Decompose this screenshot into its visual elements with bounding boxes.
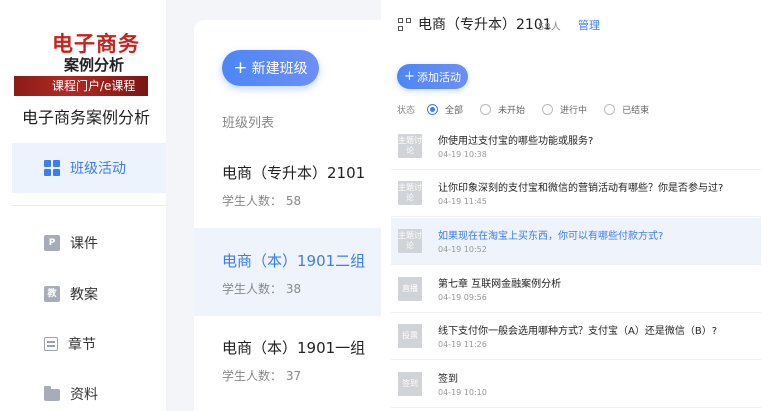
class-list-header: 班级列表 xyxy=(222,116,275,131)
sidebar: 电子商务 案例分析 课程门户/e课程 电子商务案例分析 班级活动 P 课件 教 … xyxy=(0,0,166,411)
new-class-label: 新建班级 xyxy=(251,61,308,77)
activity-title: 线下支付你一般会选用哪种方式？支付宝（A）还是微信（B）? xyxy=(438,326,718,337)
class-list-card: + 新建班级 班级列表 电商（专升本）2101 学生人数： 58 电商（本）19… xyxy=(194,20,381,411)
member-count: 58人 xyxy=(538,22,561,33)
status-filter-label: 状态 xyxy=(397,105,416,116)
activity-type-tag: 投票 xyxy=(398,324,422,348)
activity-item[interactable]: 主题讨论 你使用过支付宝的哪些功能或服务? 04-19 10:38 xyxy=(391,123,761,170)
lesson-plan-icon: 教 xyxy=(44,286,60,302)
filter-all-radio[interactable]: 全部 xyxy=(427,103,463,116)
activity-item[interactable]: 直播 第七章 互联网金融案例分析 04-19 09:56 xyxy=(391,266,761,313)
class-name: 电商（专升本）2101 xyxy=(222,164,366,182)
activity-time: 04-19 11:26 xyxy=(438,340,487,349)
sidebar-item-chapters[interactable]: 章节 xyxy=(12,319,166,369)
class-student-count: 学生人数： 37 xyxy=(222,369,302,383)
new-class-button[interactable]: + 新建班级 xyxy=(222,50,319,86)
grid-icon xyxy=(44,160,60,176)
filter-in-progress-radio[interactable]: 进行中 xyxy=(542,103,587,116)
sidebar-item-materials[interactable]: 资料 xyxy=(12,369,166,411)
sidebar-item-label: 章节 xyxy=(68,337,96,353)
sidebar-item-label: 课件 xyxy=(70,236,98,252)
sidebar-item-label: 资料 xyxy=(70,387,98,403)
add-activity-label: 添加活动 xyxy=(416,70,461,84)
filter-not-started-radio[interactable]: 未开始 xyxy=(480,103,525,116)
sidebar-item-lesson-plan[interactable]: 教 教案 xyxy=(12,269,166,319)
activity-item[interactable]: 主题讨论 如果现在在淘宝上买东西，你可以有哪些付款方式? 04-19 10:52 xyxy=(391,218,761,265)
activity-title: 签到 xyxy=(438,374,458,385)
activity-panel: 电商（专升本）2101 58人 管理 + 添加活动 状态 全部 未开始 进行中 … xyxy=(381,0,771,411)
activity-title: 如果现在在淘宝上买东西，你可以有哪些付款方式? xyxy=(438,231,664,242)
activity-type-tag: 签到 xyxy=(398,372,422,396)
activity-type-tag: 主题讨论 xyxy=(398,229,422,253)
activity-time: 04-19 10:38 xyxy=(438,150,487,159)
activity-item[interactable]: 签到 签到 04-19 10:10 xyxy=(391,361,761,408)
class-name: 电商（本）1901二组 xyxy=(222,252,366,270)
activity-type-tag: 主题讨论 xyxy=(398,181,422,205)
plus-icon: + xyxy=(233,57,248,78)
class-item[interactable]: 电商（专升本）2101 学生人数： 58 xyxy=(194,140,381,228)
chapter-list-icon xyxy=(44,337,58,351)
sidebar-item-label: 班级活动 xyxy=(70,161,126,177)
sidebar-item-courseware[interactable]: P 课件 xyxy=(12,218,166,268)
activity-time: 04-19 10:52 xyxy=(438,245,487,254)
activity-title: 第七章 互联网金融案例分析 xyxy=(438,279,562,290)
activity-item[interactable]: 主题讨论 让你印象深刻的支付宝和微信的营销活动有哪些？你是否参与过? 04-19… xyxy=(391,170,761,217)
class-student-count: 学生人数： 58 xyxy=(222,194,302,208)
course-title: 电子商务案例分析 xyxy=(22,108,151,127)
activity-type-tag: 直播 xyxy=(398,277,422,301)
cover-subtitle: 案例分析 xyxy=(64,56,125,74)
class-name: 电商（本）1901一组 xyxy=(222,339,366,357)
status-filter: 状态 全部 未开始 进行中 已结束 xyxy=(397,101,666,117)
add-activity-button[interactable]: + 添加活动 xyxy=(397,64,468,89)
qr-code-icon[interactable] xyxy=(398,18,411,31)
sidebar-item-class-activity[interactable]: 班级活动 xyxy=(12,143,166,193)
filter-ended-radio[interactable]: 已结束 xyxy=(604,103,649,116)
folder-icon xyxy=(44,386,60,401)
courseware-icon: P xyxy=(44,235,60,251)
course-cover-image: 电子商务 案例分析 课程门户/e课程 xyxy=(14,14,148,96)
activity-type-tag: 主题讨论 xyxy=(398,134,422,158)
activity-time: 04-19 10:10 xyxy=(438,388,487,397)
manage-link[interactable]: 管理 xyxy=(578,17,600,33)
sidebar-item-label: 教案 xyxy=(70,287,98,303)
activity-item[interactable]: 投票 线下支付你一般会选用哪种方式？支付宝（A）还是微信（B）? 04-19 1… xyxy=(391,313,761,360)
activity-title: 让你印象深刻的支付宝和微信的营销活动有哪些？你是否参与过? xyxy=(438,183,724,194)
activity-title: 你使用过支付宝的哪些功能或服务? xyxy=(438,136,594,147)
class-item[interactable]: 电商（本）1901一组 学生人数： 37 xyxy=(194,315,381,403)
cover-brand: 课程门户/e课程 xyxy=(52,79,136,93)
plus-icon: + xyxy=(404,69,415,84)
app-window: 电子商务 案例分析 课程门户/e课程 电子商务案例分析 班级活动 P 课件 教 … xyxy=(0,0,771,411)
activity-time: 04-19 09:56 xyxy=(438,293,487,302)
class-list-panel: + 新建班级 班级列表 电商（专升本）2101 学生人数： 58 电商（本）19… xyxy=(166,0,381,411)
class-student-count: 学生人数： 38 xyxy=(222,282,302,296)
sidebar-divider xyxy=(12,205,166,206)
class-title: 电商（专升本）2101 xyxy=(418,17,552,33)
class-item[interactable]: 电商（本）1901二组 学生人数： 38 xyxy=(194,228,381,316)
activity-time: 04-19 11:45 xyxy=(438,197,487,206)
